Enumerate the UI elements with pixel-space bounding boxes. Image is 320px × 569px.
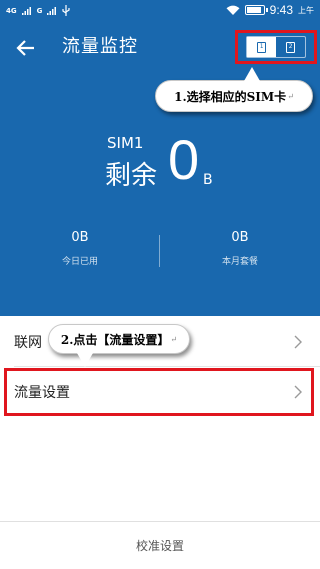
today-used-value: 0B [71, 230, 89, 245]
network-row-label: 联网 [14, 335, 42, 351]
chevron-right-icon [294, 335, 302, 349]
monthly-plan-stat: 0B 本月套餐 [180, 230, 300, 267]
remain-label: 剩余 [105, 161, 158, 191]
traffic-settings-highlight-box [4, 368, 314, 416]
status-right: 9:43 上午 [226, 3, 314, 17]
callout-tail [244, 67, 260, 81]
today-used-stat: 0B 今日已用 [20, 230, 140, 267]
paragraph-mark: ↵ [287, 91, 294, 101]
paragraph-mark: ↵ [170, 334, 178, 344]
sim-name: SIM1 [107, 134, 144, 152]
step1-callout: 1.选择相应的SIM卡 ↵ [155, 67, 313, 112]
signal-bars-icon [47, 7, 57, 15]
wifi-icon [226, 5, 240, 15]
stat-divider [159, 235, 160, 267]
back-arrow-icon[interactable] [14, 36, 38, 60]
calibrate-settings-button[interactable]: 校准设置 [0, 522, 320, 569]
usb-icon [62, 5, 70, 16]
signal-bars-icon [21, 7, 31, 15]
monthly-plan-label: 本月套餐 [221, 257, 258, 267]
status-bar: 4G G 9:43 上午 [0, 0, 320, 22]
step2-callout: 2.点击【流量设置】 ↵ [48, 324, 190, 367]
signal-2-label: G [36, 7, 43, 15]
remain-value: 0 [168, 128, 200, 191]
callout-tail [77, 353, 93, 367]
step1-text: 1.选择相应的SIM卡 [174, 89, 287, 104]
clock-ampm: 上午 [298, 5, 314, 15]
signal-1-label: 4G [6, 7, 17, 15]
step2-text: 2.点击【流量设置】 [60, 332, 170, 347]
sim-highlight-box [235, 30, 317, 64]
battery-icon [244, 5, 268, 15]
today-used-label: 今日已用 [61, 257, 98, 267]
signal-indicators: 4G G [6, 5, 70, 17]
clock-time: 9:43 [269, 3, 293, 17]
remain-unit: B [203, 172, 213, 188]
monthly-plan-value: 0B [231, 230, 249, 245]
page-title: 流量监控 [62, 36, 138, 57]
